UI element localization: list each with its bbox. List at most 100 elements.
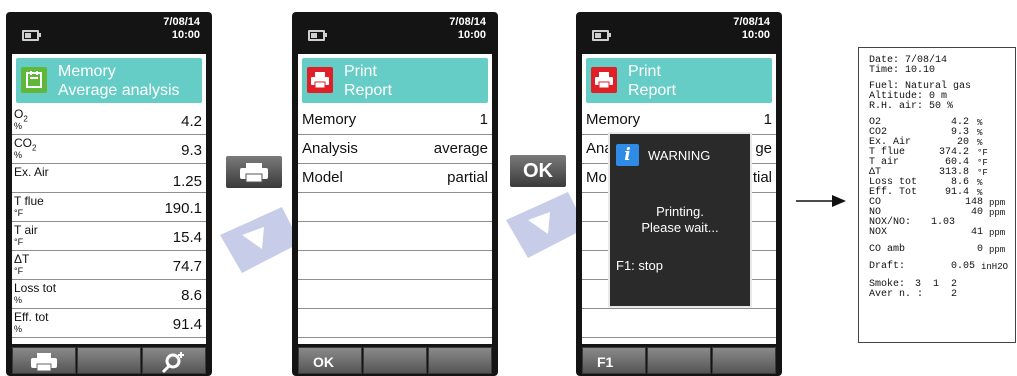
row-label-sub: 2 — [23, 114, 28, 124]
print-button[interactable] — [226, 156, 282, 188]
softkey-ok[interactable]: OK — [298, 347, 362, 374]
print-value-co-amb: 0 — [976, 244, 983, 255]
print-unit-o2: % — [977, 118, 983, 128]
softkey-empty[interactable] — [363, 347, 427, 374]
settings-row-memory[interactable]: Memory 1 — [298, 106, 492, 135]
softkey-label: OK — [313, 354, 334, 370]
print-unit-t-air: °F — [977, 158, 988, 168]
row-unit: °F — [14, 266, 24, 276]
row-label: T air — [14, 223, 38, 237]
row-value: 1 — [763, 111, 772, 128]
row-value: 4.2 — [181, 113, 202, 130]
status-bar: 7/08/14 10:00 — [292, 12, 498, 54]
row-label: Ex. Air — [14, 165, 49, 179]
row-value: 15.4 — [172, 229, 202, 246]
warning-stop-hint: F1: stop — [616, 258, 663, 273]
printer-icon — [31, 353, 57, 372]
measure-row-loss-tot[interactable]: Loss tot % 8.6 — [12, 280, 206, 309]
zoom-plus-icon — [161, 352, 184, 374]
measure-row-delta-t[interactable]: ΔT °F 74.7 — [12, 251, 206, 280]
print-value-nox: 41 — [970, 227, 983, 238]
clock: 7/08/14 10:00 — [449, 16, 486, 42]
measure-row-t-air[interactable]: T air °F 15.4 — [12, 222, 206, 251]
softkey-label: F1 — [597, 354, 614, 370]
softkey-f1[interactable]: F1 — [582, 347, 646, 374]
ok-button[interactable]: OK — [510, 155, 566, 187]
softkey-print[interactable] — [12, 347, 76, 374]
display: Memory Average analysis O2 % 4.2 CO2 % 9… — [12, 54, 206, 344]
settings-row-model[interactable]: Model partial — [298, 164, 492, 193]
memory-icon — [21, 67, 47, 93]
title-line-2: Report — [628, 82, 677, 99]
print-unit-delta-t: °F — [977, 168, 988, 178]
title-line-2: Average analysis — [58, 82, 180, 99]
row-label-sub: 2 — [32, 143, 37, 153]
settings-row-analysis[interactable]: Analysis average — [298, 135, 492, 164]
title-bar: Print Report — [586, 58, 772, 103]
status-bar: 7/08/14 10:00 — [576, 12, 782, 54]
empty-row — [582, 309, 776, 338]
softkey-empty[interactable] — [428, 347, 492, 374]
empty-row — [298, 222, 492, 251]
row-label: Memory — [302, 111, 357, 128]
print-unit-loss-tot: % — [977, 178, 983, 188]
time-text: 10:00 — [171, 29, 200, 41]
settings-list: Memory 1 Analysis average Model partial — [298, 106, 492, 338]
print-unit-t-flue: °F — [977, 148, 988, 158]
softkey-empty[interactable] — [647, 347, 711, 374]
row-label: Analysis — [302, 140, 358, 157]
printer-icon — [307, 67, 333, 93]
settings-row-memory[interactable]: Memory 1 — [582, 106, 776, 135]
printer-icon — [591, 67, 617, 93]
softkey-zoom[interactable] — [142, 347, 206, 374]
printer-icon — [240, 163, 268, 183]
title-bar: Print Report — [302, 58, 488, 103]
print-rh-air: R.H. air: 50 % — [869, 101, 954, 112]
softkey-bar: F1 — [576, 344, 782, 376]
print-label-draft: Draft: — [869, 261, 906, 272]
row-label: T flue — [14, 194, 44, 208]
row-unit: % — [14, 150, 23, 160]
measure-row-eff-tot[interactable]: Eff. tot % 91.4 — [12, 309, 206, 338]
row-label: Loss tot — [14, 281, 57, 295]
nav-triangle-shadow — [220, 207, 300, 273]
row-value: partial — [447, 169, 488, 186]
measure-row-t-flue[interactable]: T flue °F 190.1 — [12, 193, 206, 222]
measure-row-o2[interactable]: O2 % 4.2 — [12, 106, 206, 135]
softkey-empty[interactable] — [77, 347, 141, 374]
device-screen-printing: 7/08/14 10:00 Print Report Memory 1 Ana ge… — [576, 12, 782, 376]
row-unit: % — [14, 295, 23, 305]
measure-row-co2[interactable]: CO2 % 9.3 — [12, 135, 206, 164]
info-icon: i — [616, 144, 639, 166]
print-value-no: 40 — [970, 207, 983, 218]
row-value: 8.6 — [181, 287, 202, 304]
empty-row — [298, 251, 492, 280]
row-value: 1 — [479, 111, 488, 128]
arrow-right-icon — [796, 195, 846, 207]
print-label-co-amb: CO amb — [869, 244, 906, 255]
print-value-nox-no: 1.03 — [930, 217, 955, 228]
softkey-empty[interactable] — [712, 347, 776, 374]
row-value: 91.4 — [172, 316, 202, 333]
row-value: 74.7 — [172, 258, 202, 275]
row-label: Memory — [586, 111, 641, 128]
title-line-1: Print — [628, 63, 661, 80]
ok-button-label: OK — [523, 160, 553, 182]
warning-dialog: i WARNING Printing. Please wait... F1: s… — [608, 132, 752, 308]
measure-row-ex-air[interactable]: Ex. Air 1.25 — [12, 164, 206, 193]
empty-row — [298, 193, 492, 222]
softkey-bar — [6, 344, 212, 376]
row-label: O — [14, 107, 24, 121]
battery-icon — [22, 30, 41, 41]
print-value-draft: 0.05 — [950, 261, 975, 272]
warning-title: WARNING — [648, 148, 711, 163]
row-label: Mo — [586, 169, 607, 186]
print-unit-nox: ppm — [989, 228, 1006, 238]
empty-row — [298, 280, 492, 309]
row-unit: % — [14, 324, 23, 334]
row-unit: % — [14, 121, 23, 131]
clock: 7/08/14 10:00 — [163, 16, 200, 42]
row-value: ge — [755, 140, 772, 157]
print-unit-co2: % — [977, 128, 983, 138]
battery-icon — [592, 30, 611, 41]
